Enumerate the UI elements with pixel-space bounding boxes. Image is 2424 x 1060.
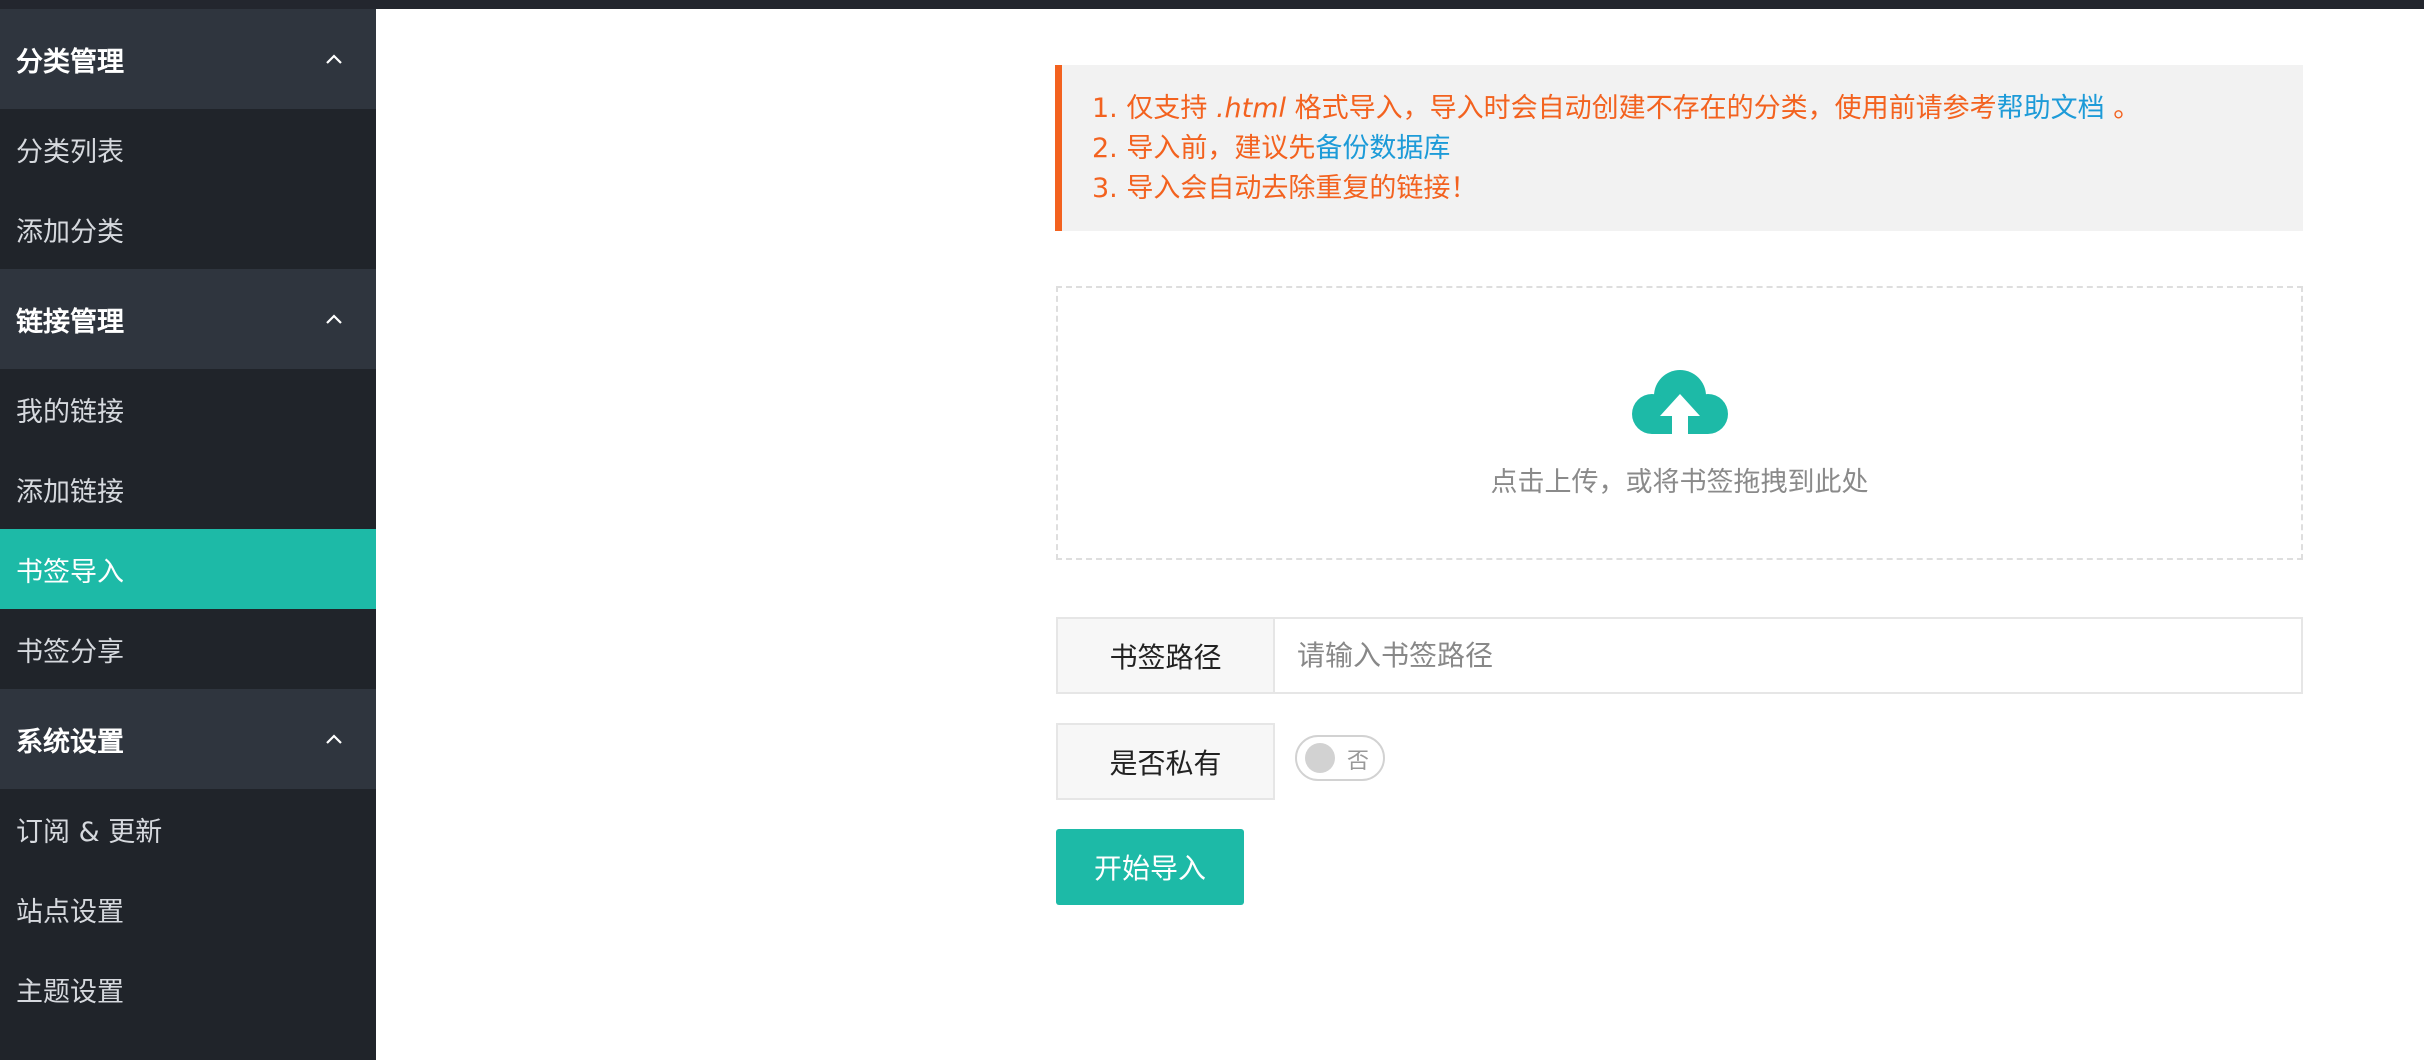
sidebar-group-links[interactable]: 链接管理 [0, 269, 376, 369]
upload-dropzone[interactable]: 点击上传，或将书签拖拽到此处 [1056, 286, 2303, 560]
sidebar-item-add-category[interactable]: 添加分类 [0, 189, 376, 269]
private-label: 是否私有 [1056, 723, 1275, 800]
notice-box: 1. 仅支持 .html 格式导入，导入时会自动创建不存在的分类，使用前请参考帮… [1055, 65, 2303, 231]
sidebar-item-site-settings[interactable]: 站点设置 [0, 869, 376, 949]
sidebar-item-my-links[interactable]: 我的链接 [0, 369, 376, 449]
sidebar-item-category-list[interactable]: 分类列表 [0, 109, 376, 189]
sidebar-item-bookmark-share[interactable]: 书签分享 [0, 609, 376, 689]
notice-line-2: 2. 导入前，建议先备份数据库 [1092, 133, 1451, 164]
sidebar-group-settings[interactable]: 系统设置 [0, 689, 376, 789]
chevron-up-icon [326, 54, 342, 64]
private-row: 是否私有 否 [1056, 723, 1385, 800]
sidebar-item-add-link[interactable]: 添加链接 [0, 449, 376, 529]
sidebar-group-title: 链接管理 [16, 306, 124, 338]
toggle-knob [1305, 743, 1335, 773]
start-import-button[interactable]: 开始导入 [1056, 829, 1244, 905]
sidebar-group-title: 系统设置 [16, 726, 124, 758]
top-bar [0, 0, 2424, 9]
bookmark-path-input[interactable] [1275, 617, 2303, 694]
sidebar-group-category[interactable]: 分类管理 [0, 9, 376, 109]
cloud-upload-icon [1631, 370, 1728, 442]
sidebar-group-title: 分类管理 [16, 46, 124, 78]
chevron-up-icon [326, 734, 342, 744]
sidebar-item-theme-settings[interactable]: 主题设置 [0, 949, 376, 1029]
private-toggle[interactable]: 否 [1295, 735, 1385, 781]
bookmark-path-label: 书签路径 [1056, 617, 1275, 694]
backup-database-link[interactable]: 备份数据库 [1315, 133, 1450, 164]
upload-hint: 点击上传，或将书签拖拽到此处 [1490, 467, 1869, 498]
chevron-up-icon [326, 314, 342, 324]
bookmark-path-row: 书签路径 [1056, 617, 2303, 694]
sidebar: 分类管理 分类列表 添加分类 链接管理 我的链接 添加链接 书签导入 书签分享 … [0, 9, 376, 1060]
toggle-text: 否 [1347, 749, 1370, 774]
sidebar-item-bookmark-import[interactable]: 书签导入 [0, 529, 376, 609]
help-doc-link[interactable]: 帮助文档 [1997, 93, 2105, 124]
notice-line-3: 3. 导入会自动去除重复的链接！ [1092, 173, 1478, 204]
sidebar-item-subscribe-update[interactable]: 订阅 & 更新 [0, 789, 376, 869]
notice-line-1: 1. 仅支持 .html 格式导入，导入时会自动创建不存在的分类，使用前请参考帮… [1092, 93, 2141, 124]
